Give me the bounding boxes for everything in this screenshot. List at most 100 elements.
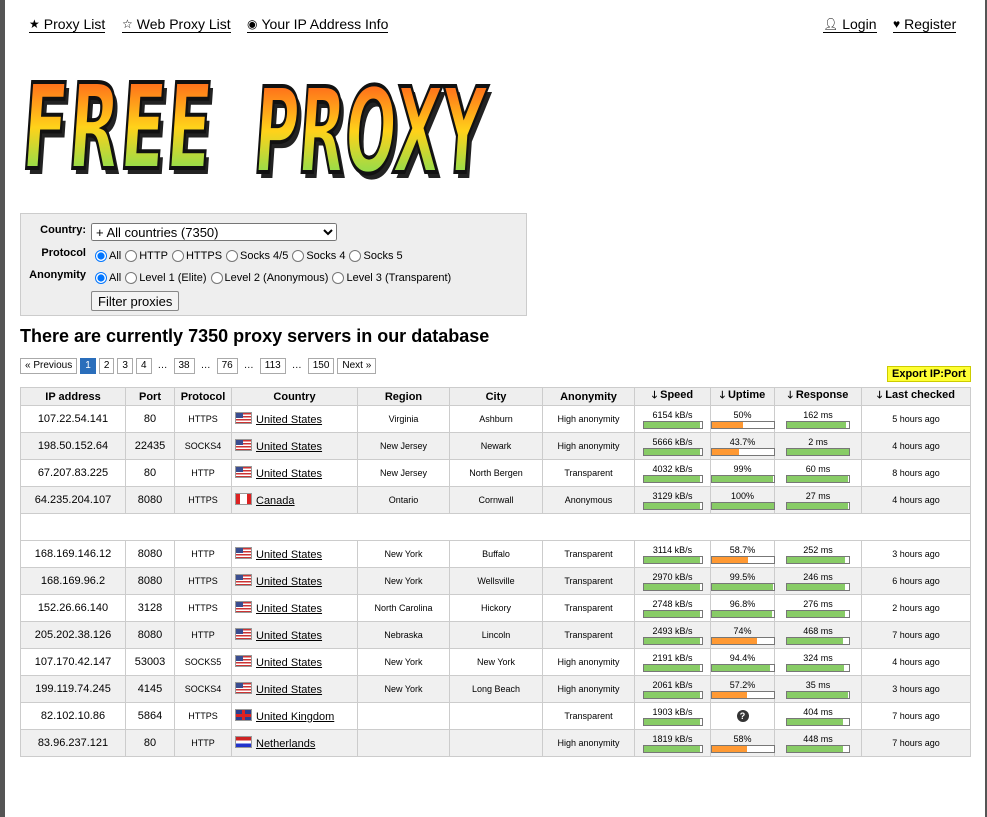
- region-cell: Ontario: [357, 486, 450, 514]
- protocol-http-radio[interactable]: [125, 250, 138, 262]
- ip-cell[interactable]: 107.170.42.147: [20, 648, 126, 676]
- nav-web-proxy-list[interactable]: ☆ Web Proxy List: [122, 16, 231, 33]
- col-last-checked[interactable]: 🡓 Last checked: [861, 387, 971, 406]
- country-link[interactable]: Netherlands: [256, 738, 315, 750]
- pagination-page[interactable]: 113: [259, 358, 286, 374]
- ip-cell[interactable]: 64.235.204.107: [20, 486, 126, 514]
- table-row[interactable]: 152.26.66.140 3128 HTTPS United States North…: [20, 594, 971, 622]
- country-link[interactable]: Canada: [256, 495, 295, 507]
- ip-cell[interactable]: 168.169.96.2: [20, 567, 126, 595]
- country-link[interactable]: United States: [256, 414, 322, 426]
- table-row[interactable]: 83.96.237.121 80 HTTP Netherlands High anony…: [20, 729, 971, 757]
- nav-proxy-list[interactable]: ★ Proxy List: [29, 16, 106, 33]
- ip-cell[interactable]: 168.169.146.12: [20, 540, 126, 568]
- col-protocol[interactable]: Protocol: [174, 387, 232, 406]
- country-link[interactable]: United States: [256, 657, 322, 669]
- col-city[interactable]: City: [449, 387, 543, 406]
- ip-cell[interactable]: 107.22.54.141: [20, 405, 126, 433]
- last-checked-cell: 7 hours ago: [861, 621, 971, 649]
- pagination-page[interactable]: 38: [173, 358, 195, 374]
- question-icon[interactable]: ?: [736, 710, 749, 722]
- country-link[interactable]: United States: [256, 468, 322, 480]
- col-region[interactable]: Region: [357, 387, 450, 406]
- pagination-page[interactable]: 1: [80, 358, 96, 374]
- table-row[interactable]: 168.169.146.12 8080 HTTP United States New Y…: [20, 540, 971, 568]
- table-row[interactable]: 107.170.42.147 53003 SOCKS5 United States Ne…: [20, 648, 971, 676]
- anonymity-elite[interactable]: Level 1 (Elite): [125, 272, 207, 284]
- pagination-page[interactable]: 76: [216, 358, 238, 374]
- country-link[interactable]: United States: [256, 549, 322, 561]
- anonymity-cell: High anonymity: [542, 405, 635, 433]
- anonymity-anonymous-radio[interactable]: [210, 272, 223, 284]
- country-link[interactable]: United States: [256, 603, 322, 615]
- ip-cell[interactable]: 205.202.38.126: [20, 621, 126, 649]
- speed-bar: [642, 717, 703, 726]
- protocol-http[interactable]: HTTP: [125, 250, 168, 262]
- col-speed[interactable]: 🡓 Speed: [634, 387, 711, 406]
- ip-cell[interactable]: 152.26.66.140: [20, 594, 126, 622]
- country-link[interactable]: United States: [256, 684, 322, 696]
- country-link[interactable]: United States: [256, 576, 322, 588]
- protocol-all[interactable]: All: [95, 250, 121, 262]
- protocol-socks45-radio[interactable]: [226, 250, 239, 262]
- country-link[interactable]: United Kingdom: [256, 711, 334, 723]
- ip-cell[interactable]: 82.102.10.86: [20, 702, 126, 730]
- table-row[interactable]: 107.22.54.141 80 HTTPS United States Virgini…: [20, 405, 971, 433]
- protocol-socks5[interactable]: Socks 5: [349, 250, 403, 262]
- protocol-cell: HTTP: [174, 459, 232, 487]
- pagination-previous[interactable]: « Previous: [20, 358, 78, 374]
- ip-cell[interactable]: 83.96.237.121: [20, 729, 126, 757]
- filter-proxies-button[interactable]: Filter proxies: [91, 291, 180, 311]
- pagination-page[interactable]: 150: [307, 358, 335, 374]
- table-row[interactable]: 205.202.38.126 8080 HTTP United States Nebra…: [20, 621, 971, 649]
- anonymity-transparent[interactable]: Level 3 (Transparent): [332, 272, 451, 284]
- nav-web-proxy-list-label: Web Proxy List: [136, 16, 231, 32]
- country-select[interactable]: + All countries (7350): [91, 223, 337, 241]
- anonymity-transparent-radio[interactable]: [332, 272, 345, 284]
- table-row[interactable]: 82.102.10.86 5864 HTTPS United Kingdom Trans…: [20, 702, 971, 730]
- ip-cell[interactable]: 67.207.83.225: [20, 459, 126, 487]
- col-response[interactable]: 🡓 Response: [774, 387, 862, 406]
- protocol-socks4[interactable]: Socks 4: [292, 250, 345, 262]
- last-checked-cell: 5 hours ago: [861, 405, 971, 433]
- export-ip-port-button[interactable]: Export IP:Port: [887, 366, 971, 382]
- col-anonymity[interactable]: Anonymity: [542, 387, 635, 406]
- table-body-top: 107.22.54.141 80 HTTPS United States Virgini…: [20, 405, 971, 514]
- col-country[interactable]: Country: [231, 387, 358, 406]
- protocol-socks5-radio[interactable]: [349, 250, 362, 262]
- country-link[interactable]: United States: [256, 630, 322, 642]
- anonymity-elite-radio[interactable]: [125, 272, 138, 284]
- pagination-page[interactable]: 4: [135, 358, 152, 374]
- table-row[interactable]: 67.207.83.225 80 HTTP United States New Jers…: [20, 459, 971, 487]
- table-row[interactable]: 199.119.74.245 4145 SOCKS4 United States New…: [20, 675, 971, 703]
- anonymity-anonymous[interactable]: Level 2 (Anonymous): [210, 272, 328, 284]
- nav-ip-info[interactable]: ◉ Your IP Address Info: [247, 16, 389, 33]
- table-row[interactable]: 198.50.152.64 22435 SOCKS4 United States New…: [20, 432, 971, 460]
- protocol-https[interactable]: HTTPS: [171, 250, 222, 262]
- col-port[interactable]: Port: [125, 387, 175, 406]
- speed-bar-fill: [643, 664, 701, 671]
- uptime-bar: [710, 474, 775, 483]
- uptime-cell: 50%: [710, 405, 775, 433]
- speed-bar-fill: [643, 691, 701, 698]
- col-uptime[interactable]: 🡓 Uptime: [710, 387, 775, 406]
- table-row[interactable]: 64.235.204.107 8080 HTTPS Canada Ontario Corn…: [20, 486, 971, 514]
- table-row[interactable]: 168.169.96.2 8080 HTTPS United States New Yo…: [20, 567, 971, 595]
- protocol-all-radio[interactable]: [95, 250, 107, 262]
- response-bar-fill: [787, 610, 845, 617]
- protocol-socks45[interactable]: Socks 4/5: [226, 250, 288, 262]
- col-ip[interactable]: IP address: [20, 387, 126, 406]
- ip-cell[interactable]: 199.119.74.245: [20, 675, 126, 703]
- nav-login[interactable]: 👤︎ Login: [823, 16, 877, 33]
- pagination-page[interactable]: 2: [98, 358, 115, 374]
- pagination-next[interactable]: Next »: [337, 358, 377, 374]
- country-link[interactable]: United States: [256, 441, 322, 453]
- nav-register[interactable]: ♥ Register: [893, 16, 957, 33]
- protocol-https-radio[interactable]: [171, 250, 184, 262]
- anonymity-all-radio[interactable]: [95, 272, 107, 284]
- region-cell: New York: [357, 567, 450, 595]
- pagination-page[interactable]: 3: [117, 358, 133, 374]
- anonymity-all[interactable]: All: [95, 272, 121, 284]
- protocol-socks4-radio[interactable]: [292, 250, 305, 262]
- ip-cell[interactable]: 198.50.152.64: [20, 432, 126, 460]
